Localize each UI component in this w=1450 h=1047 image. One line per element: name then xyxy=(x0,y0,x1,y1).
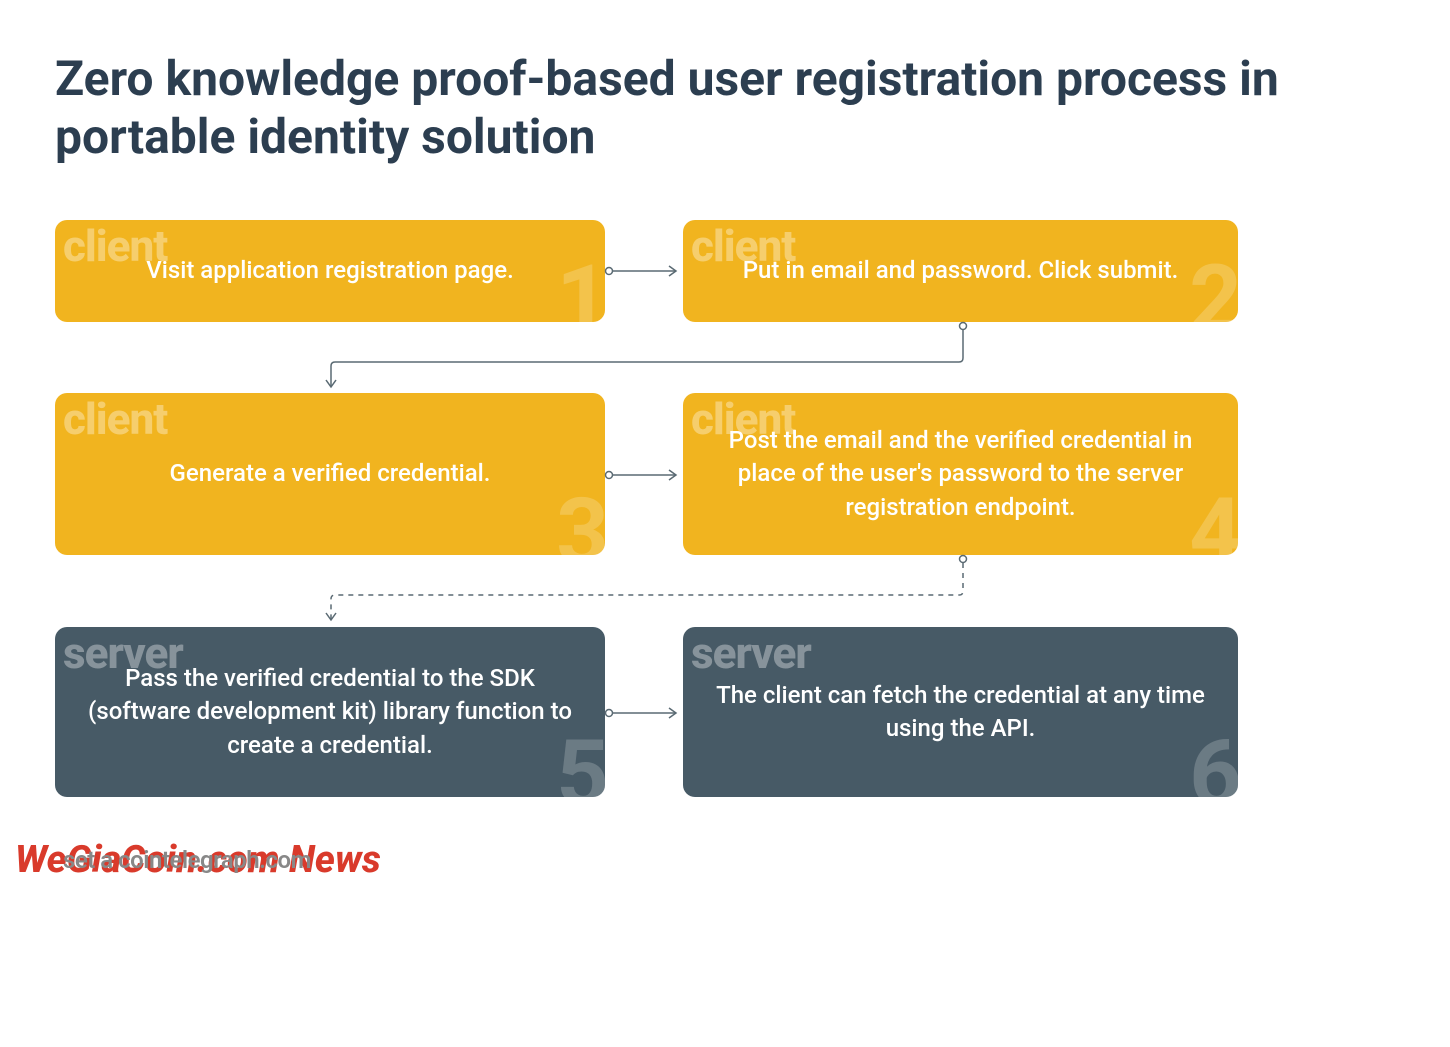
watermark-back: set a cointelegraph.com xyxy=(63,846,311,874)
footer-watermark: set a cointelegraph.com WeGiaCoin.com Ne… xyxy=(15,838,381,882)
step-number: 3 xyxy=(556,487,605,555)
step-text: Visit application registration page. xyxy=(146,254,514,288)
diagram-title: Zero knowledge proof-based user registra… xyxy=(55,50,1395,165)
step-4: client 4 Post the email and the verified… xyxy=(683,393,1238,555)
connector-5-6 xyxy=(605,700,683,726)
step-number: 2 xyxy=(1189,254,1238,322)
flow-container: client 1 Visit application registration … xyxy=(55,220,1395,860)
step-1: client 1 Visit application registration … xyxy=(55,220,605,322)
step-role-label: client xyxy=(63,393,167,451)
step-2: client 2 Put in email and password. Clic… xyxy=(683,220,1238,322)
connector-2-3 xyxy=(327,322,967,394)
step-6: server 6 The client can fetch the creden… xyxy=(683,627,1238,797)
step-text: Post the email and the verified credenti… xyxy=(715,424,1206,525)
step-text: Pass the verified credential to the SDK … xyxy=(87,662,573,763)
connector-3-4 xyxy=(605,462,683,488)
step-number: 1 xyxy=(556,254,605,322)
step-text: The client can fetch the credential at a… xyxy=(715,679,1206,746)
step-role-label: server xyxy=(691,627,811,685)
step-text: Generate a verified credential. xyxy=(170,457,491,491)
step-5: server 5 Pass the verified credential to… xyxy=(55,627,605,797)
step-3: client 3 Generate a verified credential. xyxy=(55,393,605,555)
connector-4-5 xyxy=(327,555,967,627)
step-text: Put in email and password. Click submit. xyxy=(743,254,1179,288)
connector-1-2 xyxy=(605,258,683,284)
